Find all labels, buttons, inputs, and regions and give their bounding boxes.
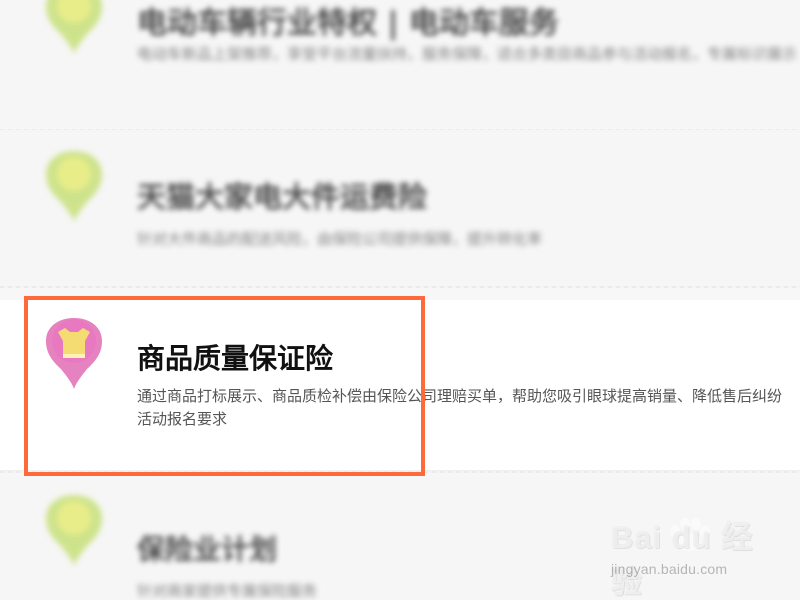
- pink-shirt-location-pin-icon: [42, 317, 106, 391]
- green-location-pin-icon: [42, 150, 106, 224]
- row-separator: [0, 286, 800, 288]
- service-item-title: 电动车辆行业特权 | 电动车服务: [137, 6, 559, 41]
- service-item-description: 电动车新品上架推荐，享受平台流量扶持，服务保障，适合多类目商品参与活动报名，专属…: [137, 45, 797, 63]
- service-item-description: 针对大件商品的配送风险，由保险公司提供保障，提升转化率: [137, 230, 543, 248]
- green-location-pin-icon: [42, 0, 106, 56]
- service-item-top-blurred[interactable]: 电动车辆行业特权 | 电动车服务 电动车新品上架推荐，享受平台流量扶持，服务保障…: [0, 0, 800, 128]
- product-quality-insurance-description: 通过商品打标展示、商品质检补偿由保险公司理赔买单，帮助您吸引眼球提高销量、降低售…: [137, 387, 783, 405]
- service-item-title: 天猫大家电大件运费险: [137, 180, 428, 214]
- activity-requirement-link[interactable]: 活动报名要求: [137, 409, 227, 429]
- service-item-title: 保险业计划: [137, 533, 278, 566]
- green-location-pin-icon: [42, 494, 106, 568]
- row-separator: [0, 471, 800, 473]
- product-quality-insurance-title: 商品质量保证险: [137, 342, 334, 375]
- service-item-bottom-blurred[interactable]: 保险业计划 针对商家提供专属保险服务: [0, 476, 800, 600]
- service-item-blurred[interactable]: 天猫大家电大件运费险 针对大件商品的配送风险，由保险公司提供保障，提升转化率: [0, 130, 800, 285]
- screenshot-viewport: 电动车辆行业特权 | 电动车服务 电动车新品上架推荐，享受平台流量扶持，服务保障…: [0, 0, 800, 600]
- service-item-description: 针对商家提供专属保险服务: [137, 582, 318, 600]
- product-quality-insurance-item[interactable]: 商品质量保证险 通过商品打标展示、商品质检补偿由保险公司理赔买单，帮助您吸引眼球…: [0, 300, 800, 470]
